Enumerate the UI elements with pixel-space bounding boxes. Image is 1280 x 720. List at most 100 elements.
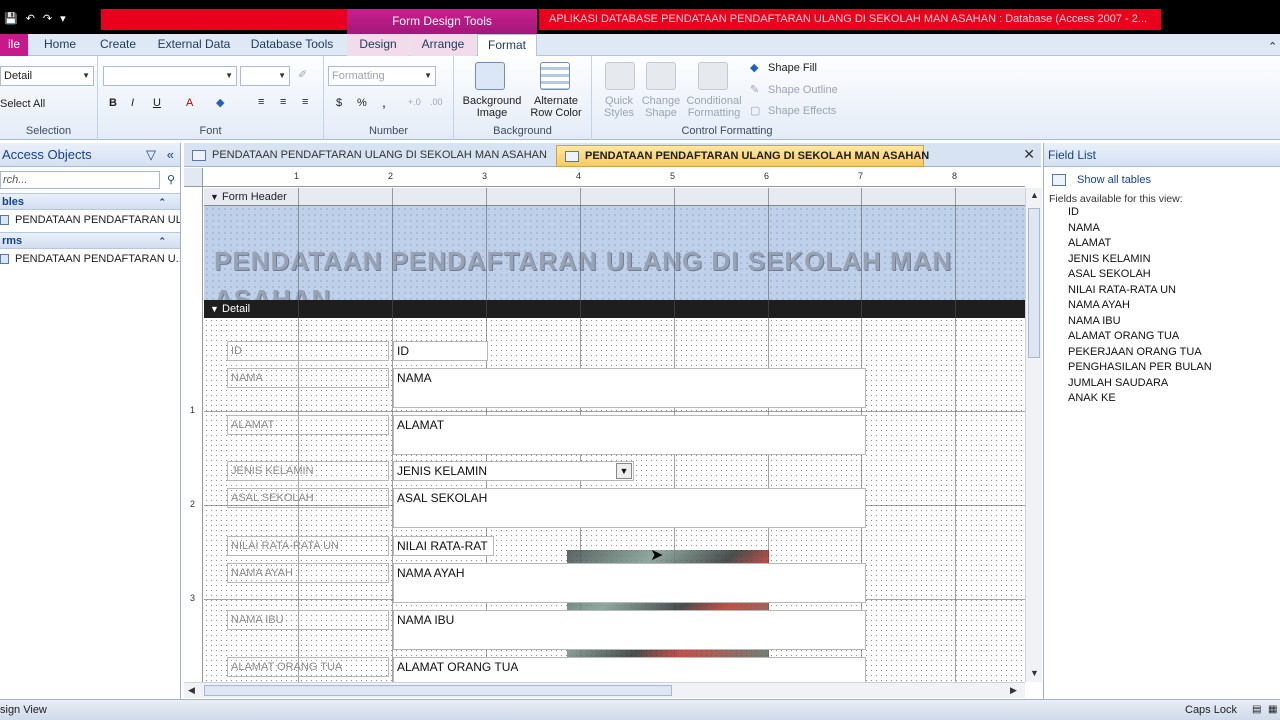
currency-button[interactable]: $ [336, 97, 342, 109]
field-label-asal-sekolah[interactable]: ASAL SEKOLAH [227, 488, 389, 508]
tab-format[interactable]: Format [477, 34, 537, 57]
tab-home[interactable]: Home [36, 34, 84, 56]
scroll-up-icon[interactable]: ▲ [1030, 190, 1039, 200]
scrollbar-thumb[interactable] [1028, 208, 1040, 358]
doc-tab-table[interactable]: PENDATAAN PENDAFTARAN ULANG DI SEKOLAH M… [184, 145, 554, 167]
scroll-left-icon[interactable]: ◀ [188, 685, 195, 696]
field-label-id[interactable]: ID [227, 341, 389, 361]
scroll-right-icon[interactable]: ▶ [1010, 685, 1017, 696]
shape-outline-button[interactable]: Shape Outline [768, 84, 838, 96]
alternate-row-color-button[interactable]: Alternate Row Color [522, 95, 590, 119]
undo-icon[interactable]: ↶ [26, 12, 35, 25]
field-label-nama-ayah[interactable]: NAMA AYAH [227, 563, 389, 583]
field-list-item[interactable]: ID [1044, 205, 1280, 221]
doc-tab-form[interactable]: PENDATAAN PENDAFTARAN ULANG DI SEKOLAH M… [556, 145, 929, 167]
horizontal-scrollbar[interactable]: ◀ ▶ [184, 682, 1025, 698]
tab-design[interactable]: Design [347, 34, 409, 56]
background-image-button[interactable]: Background Image [456, 95, 528, 119]
chevron-up-icon: ⌃ [158, 197, 166, 207]
field-label-nilai-rata-rata-un[interactable]: NILAI RATA-RATA UN [227, 536, 389, 556]
scrollbar-thumb[interactable] [204, 685, 672, 696]
field-textbox-nama-ibu[interactable]: NAMA IBU [393, 610, 866, 650]
field-list-item[interactable]: NILAI RATA-RATA UN [1044, 283, 1280, 299]
field-label-alamat-orang-tua[interactable]: ALAMAT ORANG TUA [227, 657, 389, 677]
nav-section-forms[interactable]: rms ⌃ [0, 232, 180, 249]
field-list-item[interactable]: ALAMAT [1044, 236, 1280, 252]
font-size-combo[interactable]: ▼ [240, 66, 290, 86]
field-list-item[interactable]: NAMA IBU [1044, 314, 1280, 330]
field-list-item[interactable]: NAMA [1044, 221, 1280, 237]
detail-section-bar[interactable]: ▼ Detail [204, 300, 1025, 318]
align-center-icon[interactable]: ≡ [280, 96, 286, 108]
field-textbox-nama-ayah[interactable]: NAMA AYAH [393, 563, 866, 603]
field-textbox-alamat[interactable]: ALAMAT [393, 415, 866, 455]
field-list-item[interactable]: NAMA AYAH [1044, 298, 1280, 314]
tab-external-data[interactable]: External Data [152, 34, 236, 56]
field-list-item[interactable]: ALAMAT ORANG TUA [1044, 329, 1280, 345]
form-header-area[interactable]: PENDATAAN PENDAFTARAN ULANG DI SEKOLAH M… [204, 206, 1025, 314]
layout-view-icon[interactable]: ▦ [1268, 700, 1277, 720]
tab-arrange[interactable]: Arrange [410, 34, 476, 56]
decrease-decimals-icon[interactable]: .00 [430, 97, 443, 107]
field-list-item[interactable]: ANAK KE [1044, 391, 1280, 407]
minimize-ribbon-icon[interactable]: ⌃ [1268, 40, 1277, 53]
bold-button[interactable]: B [109, 97, 117, 109]
ruler-corner[interactable] [184, 168, 203, 187]
tab-database-tools[interactable]: Database Tools [246, 34, 338, 56]
change-shape-button[interactable]: Change Shape [636, 95, 686, 119]
field-list-item[interactable]: JENIS KELAMIN [1044, 252, 1280, 268]
redo-icon[interactable]: ↷ [43, 12, 52, 25]
underline-button[interactable]: U [153, 97, 161, 109]
field-combobox-jenis-kelamin[interactable]: JENIS KELAMIN ▼ [393, 461, 634, 481]
comma-button[interactable]: , [382, 94, 386, 110]
increase-decimals-icon[interactable]: +.0 [408, 97, 421, 107]
field-textbox-nama[interactable]: NAMA [393, 368, 866, 408]
font-name-combo[interactable]: ▼ [103, 66, 237, 86]
select-all-button[interactable]: Select All [0, 98, 45, 110]
tab-create[interactable]: Create [94, 34, 142, 56]
nav-item-form[interactable]: PENDATAAN PENDAFTARAN U... [0, 249, 180, 269]
fill-color-icon[interactable]: ◆ [216, 96, 224, 109]
format-combo[interactable]: Formatting ▼ [328, 66, 436, 86]
nav-section-tables[interactable]: bles ⌃ [0, 193, 180, 210]
show-all-tables-link[interactable]: Show all tables [1044, 169, 1280, 191]
format-painter-icon[interactable]: ✐ [298, 68, 307, 81]
form-design-canvas[interactable]: ▼ Form Header PENDATAAN PENDAFTARAN ULAN… [204, 188, 1025, 682]
nav-pane-header[interactable]: Access Objects ▽ « [0, 143, 180, 167]
field-textbox-nilai-rata-rata-un[interactable]: NILAI RATA-RAT [393, 536, 494, 556]
field-list-item[interactable]: JUMLAH SAUDARA [1044, 376, 1280, 392]
close-icon[interactable]: ✕ [1023, 146, 1035, 163]
customize-qat-icon[interactable]: ▾ [60, 12, 66, 25]
form-header-section-bar[interactable]: ▼ Form Header [204, 188, 1025, 206]
field-textbox-asal-sekolah[interactable]: ASAL SEKOLAH [393, 488, 866, 528]
field-label-jenis-kelamin[interactable]: JENIS KELAMIN [227, 461, 389, 481]
field-list-item[interactable]: ASAL SEKOLAH [1044, 267, 1280, 283]
align-left-icon[interactable]: ≡ [258, 96, 264, 108]
object-combo[interactable]: Detail ▼ [0, 66, 94, 86]
align-right-icon[interactable]: ≡ [302, 96, 308, 108]
field-label-alamat[interactable]: ALAMAT [227, 415, 389, 435]
conditional-formatting-button[interactable]: Conditional Formatting [684, 95, 744, 119]
chevron-down-icon[interactable]: ▼ [616, 463, 632, 479]
vertical-scrollbar[interactable]: ▲ ▼ [1025, 188, 1042, 682]
search-icon[interactable]: ⚲ [167, 172, 175, 188]
save-icon[interactable]: 💾 [4, 12, 18, 25]
shape-effects-button[interactable]: Shape Effects [768, 105, 836, 117]
nav-search-input[interactable]: rch... ⚲ [0, 171, 175, 189]
tab-file[interactable]: ile [0, 34, 28, 56]
shape-fill-button[interactable]: Shape Fill [768, 62, 817, 74]
field-label-nama[interactable]: NAMA [227, 368, 389, 388]
percent-button[interactable]: % [357, 97, 367, 109]
collapse-pane-icon[interactable]: « [167, 143, 174, 167]
field-textbox-alamat-orang-tua[interactable]: ALAMAT ORANG TUA [393, 657, 866, 682]
field-textbox-id[interactable]: ID [393, 341, 488, 361]
field-list-item[interactable]: PEKERJAAN ORANG TUA [1044, 345, 1280, 361]
italic-button[interactable]: I [131, 97, 134, 109]
scroll-down-icon[interactable]: ▼ [1030, 668, 1039, 678]
field-list-item[interactable]: PENGHASILAN PER BULAN [1044, 360, 1280, 376]
form-view-icon[interactable]: ▤ [1252, 700, 1261, 720]
nav-item-table[interactable]: PENDATAAN PENDAFTARAN ULANG DI SEKOLAH M… [0, 210, 180, 230]
nav-menu-icon[interactable]: ▽ [146, 143, 156, 167]
font-color-button[interactable]: A [186, 97, 193, 109]
field-label-nama-ibu[interactable]: NAMA IBU [227, 610, 389, 630]
